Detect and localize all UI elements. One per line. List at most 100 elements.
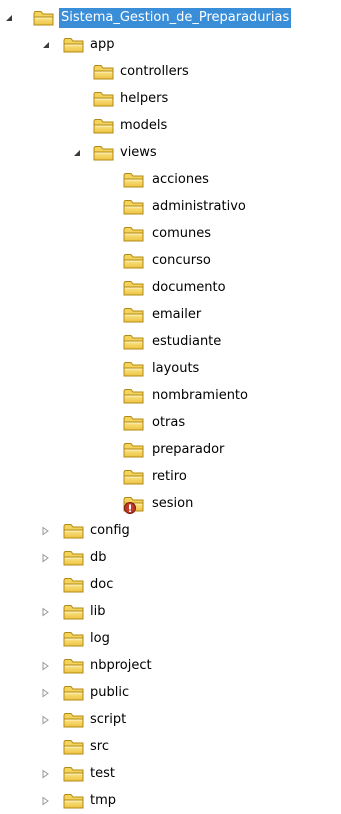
tree-node-public[interactable]: public <box>0 679 341 706</box>
tree-node-models[interactable]: models <box>0 112 341 139</box>
folder-icon <box>92 117 116 135</box>
tree-node-label: nbproject <box>90 658 152 673</box>
tree-node-test[interactable]: test <box>0 760 341 787</box>
folder-icon <box>92 144 116 162</box>
folder-icon <box>62 603 86 621</box>
folder-icon <box>122 225 146 243</box>
expand-arrow-icon[interactable] <box>38 544 52 571</box>
folder-icon <box>62 684 86 702</box>
tree-node-label: models <box>120 118 168 133</box>
expand-arrow-icon[interactable] <box>38 787 52 814</box>
tree-node-label: log <box>90 631 110 646</box>
tree-node-label: estudiante <box>152 334 222 349</box>
tree-node-label: sesion <box>152 496 194 511</box>
tree-node-doc[interactable]: doc <box>0 571 341 598</box>
tree-node-label: helpers <box>120 91 169 106</box>
folder-icon <box>122 198 146 216</box>
folder-icon <box>62 792 86 810</box>
expand-arrow-icon[interactable] <box>38 760 52 787</box>
folder-icon <box>32 9 56 27</box>
folder-icon <box>122 333 146 351</box>
folder-icon <box>122 360 146 378</box>
tree-node-label: layouts <box>152 361 200 376</box>
expand-arrow-icon[interactable] <box>38 679 52 706</box>
folder-icon <box>62 657 86 675</box>
folder-icon <box>62 630 86 648</box>
tree-node-label: app <box>90 37 115 52</box>
tree-node-src[interactable]: src <box>0 733 341 760</box>
tree-node-log[interactable]: log <box>0 625 341 652</box>
folder-icon <box>122 468 146 486</box>
tree-node-label: src <box>90 739 109 754</box>
tree-node-label: retiro <box>152 469 187 484</box>
folder-icon <box>122 387 146 405</box>
folder-icon <box>122 171 146 189</box>
tree-node-comunes[interactable]: comunes <box>0 220 341 247</box>
expand-arrow-icon[interactable] <box>38 706 52 733</box>
tree-node-nombramiento[interactable]: nombramiento <box>0 382 341 409</box>
tree-node-label: documento <box>152 280 226 295</box>
folder-icon <box>122 441 146 459</box>
folder-icon <box>62 36 86 54</box>
folder-icon <box>122 279 146 297</box>
tree-node-emailer[interactable]: emailer <box>0 301 341 328</box>
tree-node-sesion[interactable]: sesion <box>0 490 341 517</box>
tree-node-label: db <box>90 550 107 565</box>
tree-node-label: views <box>120 145 157 160</box>
expand-arrow-icon[interactable] <box>38 652 52 679</box>
tree-node-lib[interactable]: lib <box>0 598 341 625</box>
tree-node-label: script <box>90 712 127 727</box>
tree-node-label: comunes <box>152 226 212 241</box>
tree-node-label: controllers <box>120 64 189 79</box>
folder-icon <box>92 63 116 81</box>
expand-arrow-icon[interactable] <box>38 598 52 625</box>
tree-node-nbproject[interactable]: nbproject <box>0 652 341 679</box>
folder-icon <box>62 738 86 756</box>
folder-icon <box>62 711 86 729</box>
collapse-arrow-icon[interactable] <box>70 139 84 166</box>
folder-icon <box>62 576 86 594</box>
collapse-arrow-icon[interactable] <box>39 31 53 58</box>
error-badge-icon <box>124 502 136 514</box>
tree-node-label: emailer <box>152 307 202 322</box>
tree-node-config[interactable]: config <box>0 517 341 544</box>
tree-node-administrativo[interactable]: administrativo <box>0 193 341 220</box>
tree-node-label: public <box>90 685 130 700</box>
tree-node-estudiante[interactable]: estudiante <box>0 328 341 355</box>
tree-node-views[interactable]: views <box>0 139 341 166</box>
folder-icon <box>62 765 86 783</box>
tree-node-label: Sistema_Gestion_de_Preparadurias <box>59 8 292 28</box>
folder-icon <box>122 414 146 432</box>
folder-icon <box>92 90 116 108</box>
tree-node-label: tmp <box>90 793 117 808</box>
tree-node-acciones[interactable]: acciones <box>0 166 341 193</box>
tree-node-helpers[interactable]: helpers <box>0 85 341 112</box>
tree-node-documento[interactable]: documento <box>0 274 341 301</box>
folder-icon <box>62 522 86 540</box>
tree-node-preparador[interactable]: preparador <box>0 436 341 463</box>
expand-arrow-icon[interactable] <box>38 517 52 544</box>
tree-node-layouts[interactable]: layouts <box>0 355 341 382</box>
tree-node-tmp[interactable]: tmp <box>0 787 341 814</box>
tree-node-label: nombramiento <box>152 388 248 403</box>
tree-node-script[interactable]: script <box>0 706 341 733</box>
tree-node-label: doc <box>90 577 114 592</box>
folder-icon <box>62 549 86 567</box>
tree-node-label: otras <box>152 415 186 430</box>
tree-node-retiro[interactable]: retiro <box>0 463 341 490</box>
tree-node-root[interactable]: Sistema_Gestion_de_Preparadurias <box>0 4 341 31</box>
tree-node-db[interactable]: db <box>0 544 341 571</box>
tree-node-label: acciones <box>152 172 209 187</box>
tree-node-label: concurso <box>152 253 211 268</box>
collapse-arrow-icon[interactable] <box>2 4 16 31</box>
tree-node-otras[interactable]: otras <box>0 409 341 436</box>
folder-icon <box>122 252 146 270</box>
tree-node-label: config <box>90 523 130 538</box>
tree-node-label: lib <box>90 604 106 619</box>
folder-icon <box>122 306 146 324</box>
tree-node-label: administrativo <box>152 199 246 214</box>
project-tree: Sistema_Gestion_de_Preparadurias app con… <box>0 4 341 814</box>
tree-node-app[interactable]: app <box>0 31 341 58</box>
tree-node-concurso[interactable]: concurso <box>0 247 341 274</box>
tree-node-controllers[interactable]: controllers <box>0 58 341 85</box>
